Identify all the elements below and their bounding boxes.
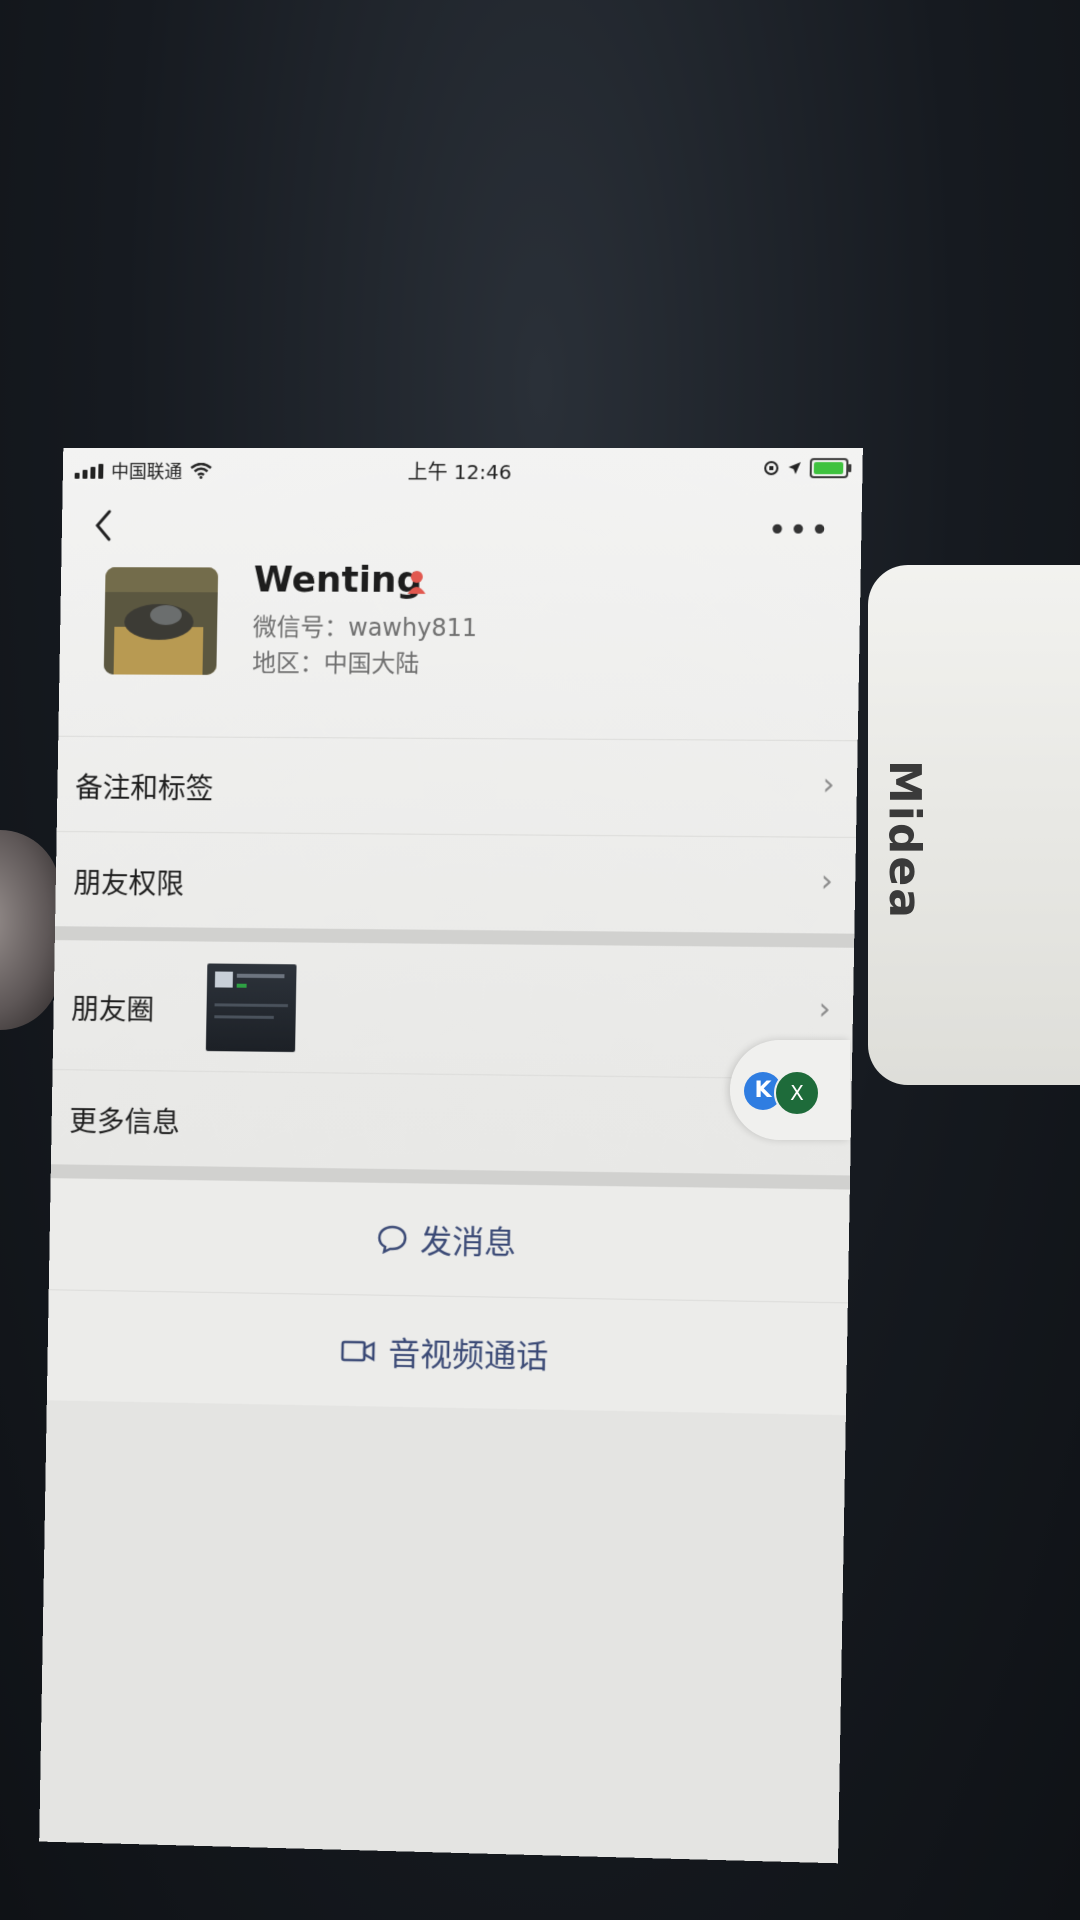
video-call-label: 音视频通话 xyxy=(387,1334,549,1376)
midea-logo: Midea xyxy=(879,760,930,920)
chevron-right-icon: › xyxy=(822,767,835,803)
wechat-id: 微信号：wawhy811 xyxy=(252,613,478,643)
more-button[interactable]: ••• xyxy=(767,510,831,548)
empty-area xyxy=(39,1400,846,1864)
moments-label: 朋友圈 xyxy=(71,992,155,1027)
send-message-button[interactable]: 发消息 xyxy=(48,1178,850,1303)
location-icon xyxy=(788,462,801,475)
contact-name: Wenting xyxy=(253,559,423,601)
remarks-tags-row[interactable]: 备注和标签 › xyxy=(56,735,858,838)
more-info-label: 更多信息 xyxy=(69,1104,181,1140)
chevron-right-icon: › xyxy=(818,991,832,1028)
moments-thumbnail xyxy=(205,963,297,1053)
status-bar: 中国联通 上午 12:46 xyxy=(63,448,863,492)
chat-bubble-icon xyxy=(376,1224,408,1254)
chevron-left-icon xyxy=(91,508,115,544)
more-icon: ••• xyxy=(767,510,832,549)
x-app-icon[interactable]: X xyxy=(774,1070,820,1116)
friend-permissions-row[interactable]: 朋友权限 › xyxy=(55,830,857,935)
photo-scene: Midea 中国联通 上午 12:46 ••• Wenting 微信号：wawh… xyxy=(0,0,1080,1920)
video-camera-icon xyxy=(340,1338,376,1365)
avatar[interactable] xyxy=(103,567,219,675)
female-gender-icon xyxy=(407,571,426,595)
phone-screen: 中国联通 上午 12:46 ••• Wenting 微信号：wawhy811 地… xyxy=(39,448,863,1864)
chevron-right-icon: › xyxy=(820,863,834,900)
video-call-button[interactable]: 音视频通话 xyxy=(46,1289,848,1417)
remarks-tags-label: 备注和标签 xyxy=(74,771,214,806)
floating-ball[interactable]: K X xyxy=(730,1040,850,1140)
battery-icon xyxy=(809,458,849,479)
region-label: 地区：中国大陆 xyxy=(251,649,420,678)
send-message-label: 发消息 xyxy=(419,1222,517,1262)
finger xyxy=(0,830,60,1030)
status-time: 上午 12:46 xyxy=(407,459,512,485)
lock-rotation-icon xyxy=(763,460,779,476)
moments-row[interactable]: 朋友圈 › xyxy=(53,940,855,1079)
avatar-image xyxy=(103,567,219,675)
friend-permissions-label: 朋友权限 xyxy=(73,866,185,901)
back-button[interactable] xyxy=(91,508,131,548)
